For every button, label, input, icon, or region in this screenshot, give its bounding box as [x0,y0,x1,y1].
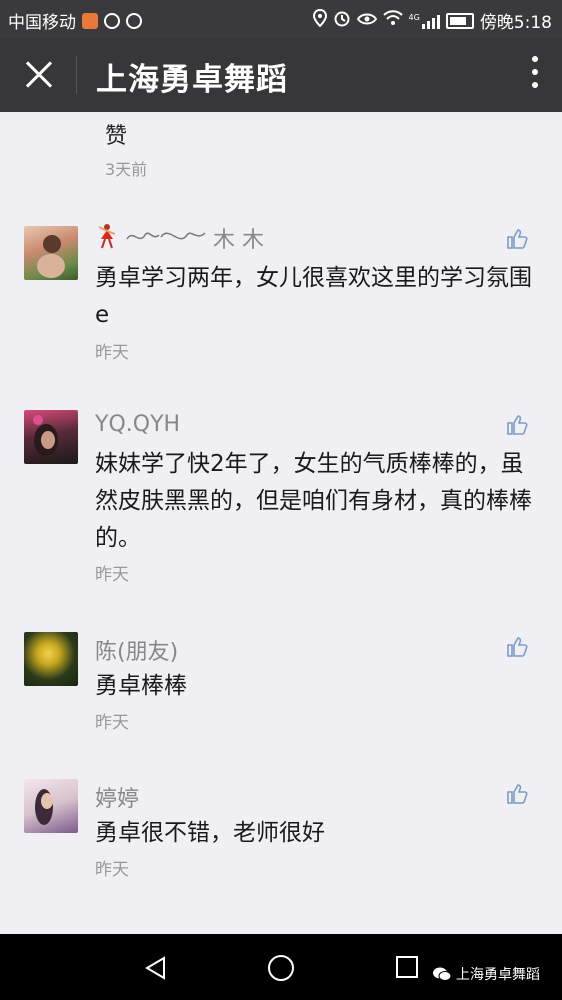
browser-notification-icon [126,12,142,29]
network-type-label: 4G [408,12,420,22]
decorative-swirl-icon [125,225,207,251]
comment-item: 木 木 勇卓学习两年，女儿很喜欢这里的学习氛围e 昨天 [0,224,562,364]
commenter-name: 陈(朋友) [95,640,179,665]
commenter-name: 木 木 [213,228,264,253]
comment-time: 昨天 [95,860,129,880]
like-icon[interactable] [506,228,528,250]
watermark: 上海勇卓舞蹈 [432,964,540,984]
commenter-name: YQ.QYH [95,412,181,437]
battery-icon [445,12,474,29]
like-icon[interactable] [506,783,528,805]
wechat-icon [433,967,452,981]
more-options-icon[interactable] [530,56,540,94]
carrier-label: 中国移动 [8,13,76,33]
wifi-icon [382,10,403,31]
comment-text: 勇卓棒棒 [95,673,187,699]
title-bar: 上海勇卓舞蹈 [0,38,562,112]
comment-time: 昨天 [95,343,129,363]
cellular-signal-icon: 4G [409,13,440,29]
comment-text: 勇卓学习两年，女儿很喜欢这里的学习氛围e [95,265,532,328]
comments-list[interactable]: 赞 3天前 木 木 勇卓学习两年，女儿很喜欢这里的学习氛围e 昨天 YQ.QYH… [0,112,562,934]
status-bar: 中国移动 4G 傍晚5:18 [0,0,562,38]
watermark-text: 上海勇卓舞蹈 [456,967,540,983]
avatar[interactable] [24,632,78,686]
comment-item: 陈(朋友) 勇卓棒棒 昨天 [0,632,562,742]
page-title: 上海勇卓舞蹈 [96,62,288,98]
avatar[interactable] [24,226,78,280]
dancer-emoji-icon [95,223,119,253]
clock-time: 傍晚5:18 [479,13,552,33]
comment-item: YQ.QYH 妹妹学了快2年了，女生的气质棒棒的，虽然皮肤黑黑的，但是咱们有身材… [0,410,562,590]
title-divider [76,56,77,94]
sync-notification-icon [104,12,120,29]
previous-comment-time: 3天前 [105,160,148,179]
avatar[interactable] [24,410,78,464]
app-notification-icon [82,12,98,29]
comment-time: 昨天 [95,713,129,733]
comment-text: 妹妹学了快2年了，女生的气质棒棒的，虽然皮肤黑黑的，但是咱们有身材，真的棒棒的。 [95,451,532,551]
home-icon[interactable] [268,955,294,981]
recent-apps-icon[interactable] [396,956,418,978]
comment-time: 昨天 [95,565,129,585]
comment-text: 勇卓很不错，老师很好 [95,820,325,846]
comment-item: 婷婷 勇卓很不错，老师很好 昨天 [0,779,562,889]
back-icon[interactable] [144,956,166,980]
location-icon [312,8,327,32]
commenter-name: 婷婷 [95,787,140,812]
previous-comment-text: 赞 [105,124,128,149]
alarm-icon [333,9,351,32]
avatar[interactable] [24,779,78,833]
commenter-name-row: 木 木 [95,222,264,254]
system-nav-bar: 上海勇卓舞蹈 [0,934,562,1000]
close-icon[interactable] [18,54,60,96]
eye-icon [356,11,377,31]
like-icon[interactable] [506,636,528,658]
like-icon[interactable] [506,414,528,436]
